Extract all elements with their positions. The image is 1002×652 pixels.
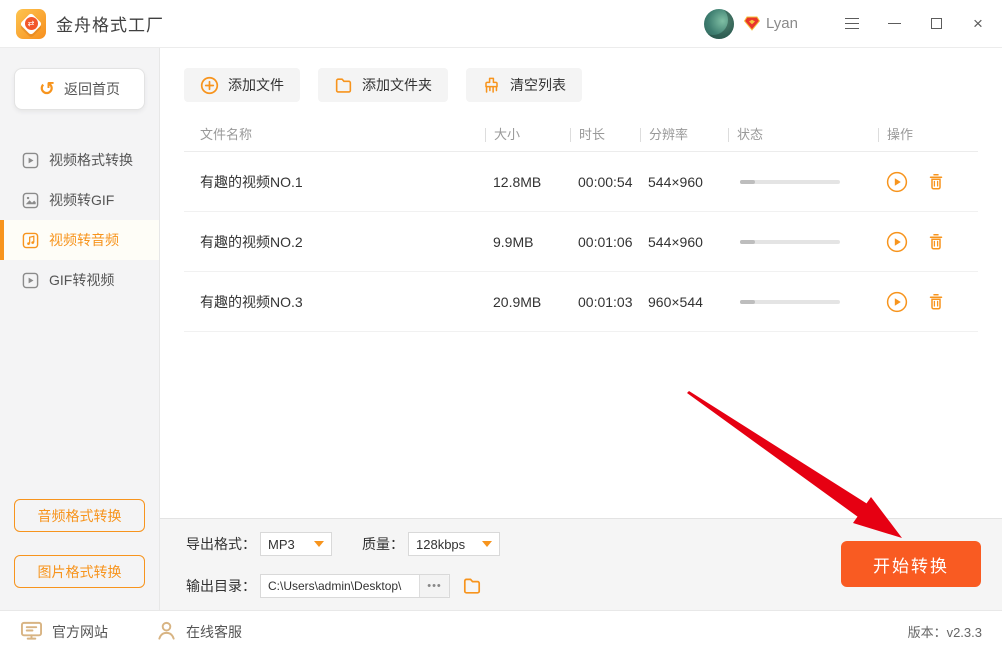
app-logo-icon: ⇄ [16,9,46,39]
delete-icon[interactable] [926,292,946,312]
online-service-link[interactable]: 在线客服 [156,620,242,644]
add-file-button[interactable]: 添加文件 [184,68,300,102]
sidebar: ↺ 返回首页 视频格式转换 视频转GIF 视频转音频 GIF转视频 [0,48,160,610]
audio-format-convert-button[interactable]: 音频格式转换 [14,499,145,532]
conversion-settings-panel: 导出格式： MP3 质量： 128kbps 输出目录： C:\Users\adm… [160,518,1002,610]
title-bar: ⇄ 金舟格式工厂 Lyan × [0,0,1002,48]
video-icon [22,272,39,289]
broom-icon [482,76,501,95]
monitor-icon [20,620,43,644]
video-icon [22,152,39,169]
file-name: 有趣的视频NO.1 [184,172,485,192]
file-name: 有趣的视频NO.2 [184,232,485,252]
browse-button[interactable]: ••• [419,575,449,597]
clear-list-button[interactable]: 清空列表 [466,68,582,102]
export-format-select[interactable]: MP3 [260,532,332,556]
sidebar-item-label: 视频格式转换 [49,150,133,170]
column-header-resolution: 分辨率 [640,128,728,142]
sidebar-item-label: 视频转音频 [49,230,119,250]
status-progress-bar [728,180,878,184]
delete-icon[interactable] [926,232,946,252]
file-size: 20.9MB [485,294,570,310]
sidebar-item-video-to-gif[interactable]: 视频转GIF [0,180,159,220]
status-progress-bar [728,300,878,304]
vip-badge-icon [744,16,760,31]
close-icon[interactable]: × [970,16,986,32]
open-folder-icon[interactable] [462,576,482,596]
image-format-convert-button[interactable]: 图片格式转换 [14,555,145,588]
start-convert-button[interactable]: 开始转换 [841,541,981,587]
export-format-label: 导出格式： [186,534,256,554]
official-site-link[interactable]: 官方网站 [20,620,108,644]
app-title: 金舟格式工厂 [56,11,164,36]
quality-value: 128kbps [416,537,465,552]
music-icon [22,232,39,249]
table-row: 有趣的视频NO.1 12.8MB 00:00:54 544×960 [184,152,978,212]
image-icon [22,192,39,209]
column-header-status: 状态 [728,128,878,142]
back-arrow-icon: ↺ [39,80,55,99]
person-icon [156,620,177,644]
file-resolution: 544×960 [640,174,728,190]
column-header-size: 大小 [485,128,570,142]
sidebar-item-label: GIF转视频 [49,270,114,290]
chevron-down-icon [482,541,492,547]
file-duration: 00:01:03 [570,294,640,310]
quality-select[interactable]: 128kbps [408,532,500,556]
footer: 官方网站 在线客服 版本：v2.3.3 [0,610,1002,652]
play-icon[interactable] [886,291,908,313]
delete-icon[interactable] [926,172,946,192]
version-text: 版本：v2.3.3 [908,622,982,641]
column-header-duration: 时长 [570,128,640,142]
clear-list-label: 清空列表 [510,75,566,95]
online-service-label: 在线客服 [186,622,242,642]
table-row: 有趣的视频NO.2 9.9MB 00:01:06 544×960 [184,212,978,272]
file-name: 有趣的视频NO.3 [184,292,485,312]
file-duration: 00:01:06 [570,234,640,250]
toolbar: 添加文件 添加文件夹 清空列表 [160,48,1002,114]
file-resolution: 544×960 [640,234,728,250]
file-size: 12.8MB [485,174,570,190]
maximize-icon[interactable] [928,16,944,32]
file-list: 有趣的视频NO.1 12.8MB 00:00:54 544×960 有趣的视频N… [184,152,978,332]
add-file-label: 添加文件 [228,75,284,95]
user-name[interactable]: Lyan [766,15,798,32]
sidebar-item-gif-to-video[interactable]: GIF转视频 [0,260,159,300]
play-icon[interactable] [886,171,908,193]
output-dir-label: 输出目录： [186,576,256,596]
output-dir-value: C:\Users\admin\Desktop\ [268,579,419,593]
export-format-value: MP3 [268,537,295,552]
file-resolution: 960×544 [640,294,728,310]
back-home-label: 返回首页 [64,79,120,99]
table-header: 文件名称 大小 时长 分辨率 状态 操作 [184,118,978,152]
menu-icon[interactable] [844,16,860,32]
minimize-icon[interactable] [886,16,902,32]
status-progress-bar [728,240,878,244]
add-folder-label: 添加文件夹 [362,75,432,95]
column-header-action: 操作 [878,128,978,142]
folder-icon [334,76,353,95]
sidebar-item-video-convert[interactable]: 视频格式转换 [0,140,159,180]
quality-label: 质量： [362,534,404,554]
add-folder-button[interactable]: 添加文件夹 [318,68,448,102]
official-site-label: 官方网站 [52,622,108,642]
chevron-down-icon [314,541,324,547]
plus-circle-icon [200,76,219,95]
output-dir-field[interactable]: C:\Users\admin\Desktop\ ••• [260,574,450,598]
sidebar-item-video-to-audio[interactable]: 视频转音频 [0,220,159,260]
back-home-button[interactable]: ↺ 返回首页 [14,68,145,110]
user-avatar[interactable] [704,9,734,39]
column-header-filename: 文件名称 [184,128,485,142]
file-size: 9.9MB [485,234,570,250]
table-row: 有趣的视频NO.3 20.9MB 00:01:03 960×544 [184,272,978,332]
sidebar-item-label: 视频转GIF [49,190,114,210]
play-icon[interactable] [886,231,908,253]
file-duration: 00:00:54 [570,174,640,190]
